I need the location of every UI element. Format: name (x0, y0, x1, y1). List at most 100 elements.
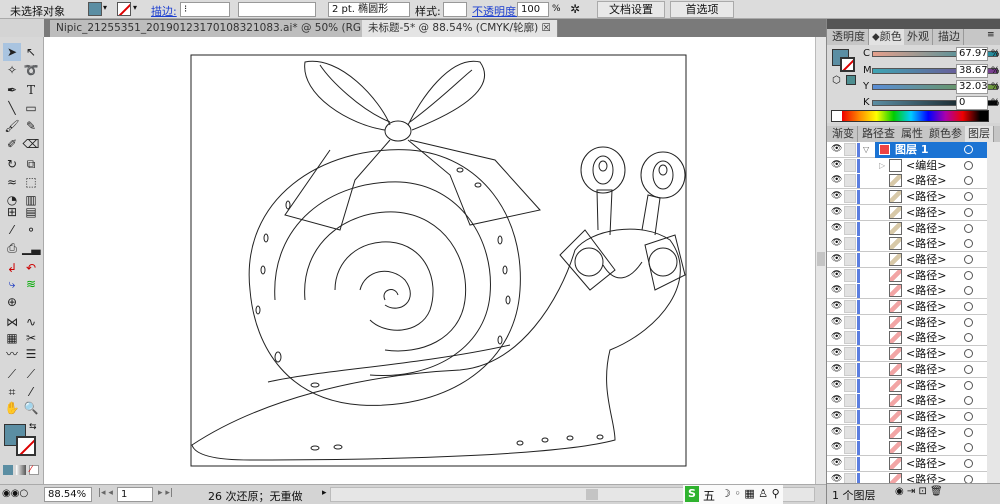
eye-icon[interactable]: 👁 (831, 396, 842, 405)
target-icon[interactable] (964, 459, 973, 468)
eye-icon[interactable]: 👁 (831, 459, 842, 468)
layer-row[interactable]: 👁 <路径> (827, 346, 987, 363)
hand-tool-icon[interactable]: ✋ (3, 399, 21, 417)
rectangle-tool-icon[interactable]: ▭ (22, 99, 40, 117)
eye-icon[interactable]: 👁 (831, 333, 842, 342)
tab-transparency[interactable]: 透明度 (829, 29, 869, 45)
tab-stroke[interactable]: 描边 (935, 29, 964, 45)
lock-toggle[interactable] (844, 205, 856, 219)
lock-toggle[interactable] (844, 347, 856, 361)
eye-icon[interactable]: 👁 (831, 145, 842, 154)
k-value[interactable]: 0 (956, 96, 988, 110)
layer-row[interactable]: 👁 <路径> (827, 330, 987, 347)
stroke-link[interactable]: 描边: (151, 3, 177, 19)
lock-toggle[interactable] (844, 268, 856, 282)
eye-icon[interactable]: 👁 (831, 364, 842, 373)
layer-row[interactable]: 👁 ▷ <编组> (827, 157, 987, 174)
warp-tool-icon[interactable]: ≈ (3, 173, 21, 191)
target-icon[interactable] (964, 192, 973, 202)
target-icon[interactable] (964, 364, 973, 374)
opacity-input[interactable]: 100 (517, 2, 549, 17)
y-value[interactable]: 32.03 (956, 80, 988, 94)
custom-tool-blue-icon[interactable]: ⤷ (3, 275, 21, 293)
eye-icon[interactable]: 👁 (831, 160, 842, 169)
vertical-scrollbar[interactable] (815, 37, 826, 484)
paintbrush-icon[interactable]: 🖌 (3, 117, 21, 135)
eye-icon[interactable]: 👁 (831, 317, 842, 326)
mesh-icon[interactable]: ⊞ (3, 203, 21, 221)
lock-toggle[interactable] (844, 252, 856, 266)
eye-icon[interactable]: 👁 (831, 286, 842, 295)
eyedropper-icon[interactable]: ⁄ (3, 221, 21, 239)
eye-icon[interactable]: 👁 (831, 427, 842, 436)
lock-toggle[interactable] (844, 472, 856, 483)
zigzag-icon[interactable]: 〰 (3, 345, 21, 363)
lock-toggle[interactable] (844, 300, 856, 313)
color-mode-icon[interactable] (3, 465, 13, 475)
out-of-gamut-icon[interactable]: ⬡ (832, 75, 841, 86)
lock-toggle[interactable] (844, 174, 856, 188)
eye-icon[interactable]: 👁 (831, 474, 842, 483)
close-icon[interactable]: ☒ (542, 22, 551, 34)
variable-width-select[interactable] (238, 2, 316, 17)
tab-untitled-5[interactable]: 未标题-5* @ 88.54% (CMYK/轮廓) ☒ (362, 20, 558, 37)
layer-row[interactable]: 👁 ▽ 图层 1 (827, 142, 987, 158)
none-mode-icon[interactable]: ⁄ (29, 465, 39, 475)
layer-row[interactable]: 👁 <路径> (827, 471, 987, 483)
style-select[interactable] (443, 2, 467, 17)
fill-swatch[interactable] (88, 2, 102, 16)
m-value[interactable]: 38.67 (956, 64, 988, 78)
target-icon[interactable] (964, 176, 973, 186)
type-tool-icon[interactable]: T (22, 81, 40, 99)
lock-toggle[interactable] (844, 190, 856, 204)
lock-toggle[interactable] (844, 315, 856, 329)
target-icon[interactable] (964, 270, 973, 280)
tab-gradient[interactable]: 渐变 (829, 126, 858, 142)
layer-row[interactable]: 👁 <路径> (827, 314, 987, 331)
eye-icon[interactable]: 👁 (831, 207, 842, 216)
lock-toggle[interactable] (844, 457, 856, 470)
stroke-color-swatch[interactable] (16, 436, 36, 456)
ime-mode[interactable]: 五 (703, 487, 715, 504)
opacity-link[interactable]: 不透明度: (472, 3, 520, 19)
line-tool-icon[interactable]: ╲ (3, 99, 21, 117)
layer-row[interactable]: 👁 <路径> (827, 456, 987, 472)
ime-icons[interactable]: ☽ ◦ ▦ ♙ ⚲ (721, 487, 780, 500)
measure-icon[interactable]: ⟋ (3, 365, 21, 383)
layer-row[interactable]: 👁 <路径> (827, 236, 987, 253)
eye-icon[interactable]: 👁 (831, 380, 842, 389)
eye-icon[interactable]: 👁 (831, 302, 842, 311)
document-setup-button[interactable]: 文档设置 (597, 1, 665, 18)
lock-toggle[interactable] (844, 425, 856, 439)
pencil-icon[interactable]: ✎ (22, 117, 40, 135)
target-icon[interactable] (964, 396, 973, 406)
layer-row[interactable]: 👁 <路径> (827, 361, 987, 378)
layer-row[interactable]: 👁 <路径> (827, 267, 987, 284)
target-icon[interactable] (964, 223, 973, 233)
layer-row[interactable]: 👁 <路径> (827, 189, 987, 206)
layer-row[interactable]: 👁 <路径> (827, 377, 987, 394)
target-icon[interactable] (964, 474, 973, 483)
tab-layers[interactable]: 图层 (965, 126, 994, 142)
layer-row[interactable]: 👁 <路径> (827, 440, 987, 457)
target-icon[interactable] (964, 145, 973, 154)
tab-color[interactable]: ⬥颜色 (869, 29, 906, 45)
layer-row[interactable]: 👁 <路径> (827, 220, 987, 237)
layer-row[interactable]: 👁 <路径> (827, 299, 987, 315)
eye-icon[interactable]: 👁 (831, 349, 842, 358)
recolor-icon[interactable]: ✲ (570, 2, 580, 16)
target-icon[interactable] (964, 333, 973, 343)
lasso-icon[interactable]: ➰ (22, 61, 40, 79)
color-stroke-swatch[interactable] (840, 57, 855, 72)
next-artboard-icon[interactable]: ▸ ▸| (158, 488, 173, 498)
swap-colors-icon[interactable]: ⇆ (29, 422, 37, 432)
target-icon[interactable] (964, 380, 973, 390)
stroke-weight-input[interactable]: ⁝ (180, 2, 230, 17)
zoom-level-select[interactable]: 88.54% (44, 487, 92, 502)
target-icon[interactable] (964, 160, 973, 170)
target-icon[interactable] (964, 207, 973, 217)
custom-tool-wave-icon[interactable]: ≋ (22, 275, 40, 293)
lock-toggle[interactable] (844, 409, 856, 423)
panel-menu-icon[interactable]: ≡ (987, 30, 995, 40)
magic-wand-icon[interactable]: ✧ (3, 61, 21, 79)
